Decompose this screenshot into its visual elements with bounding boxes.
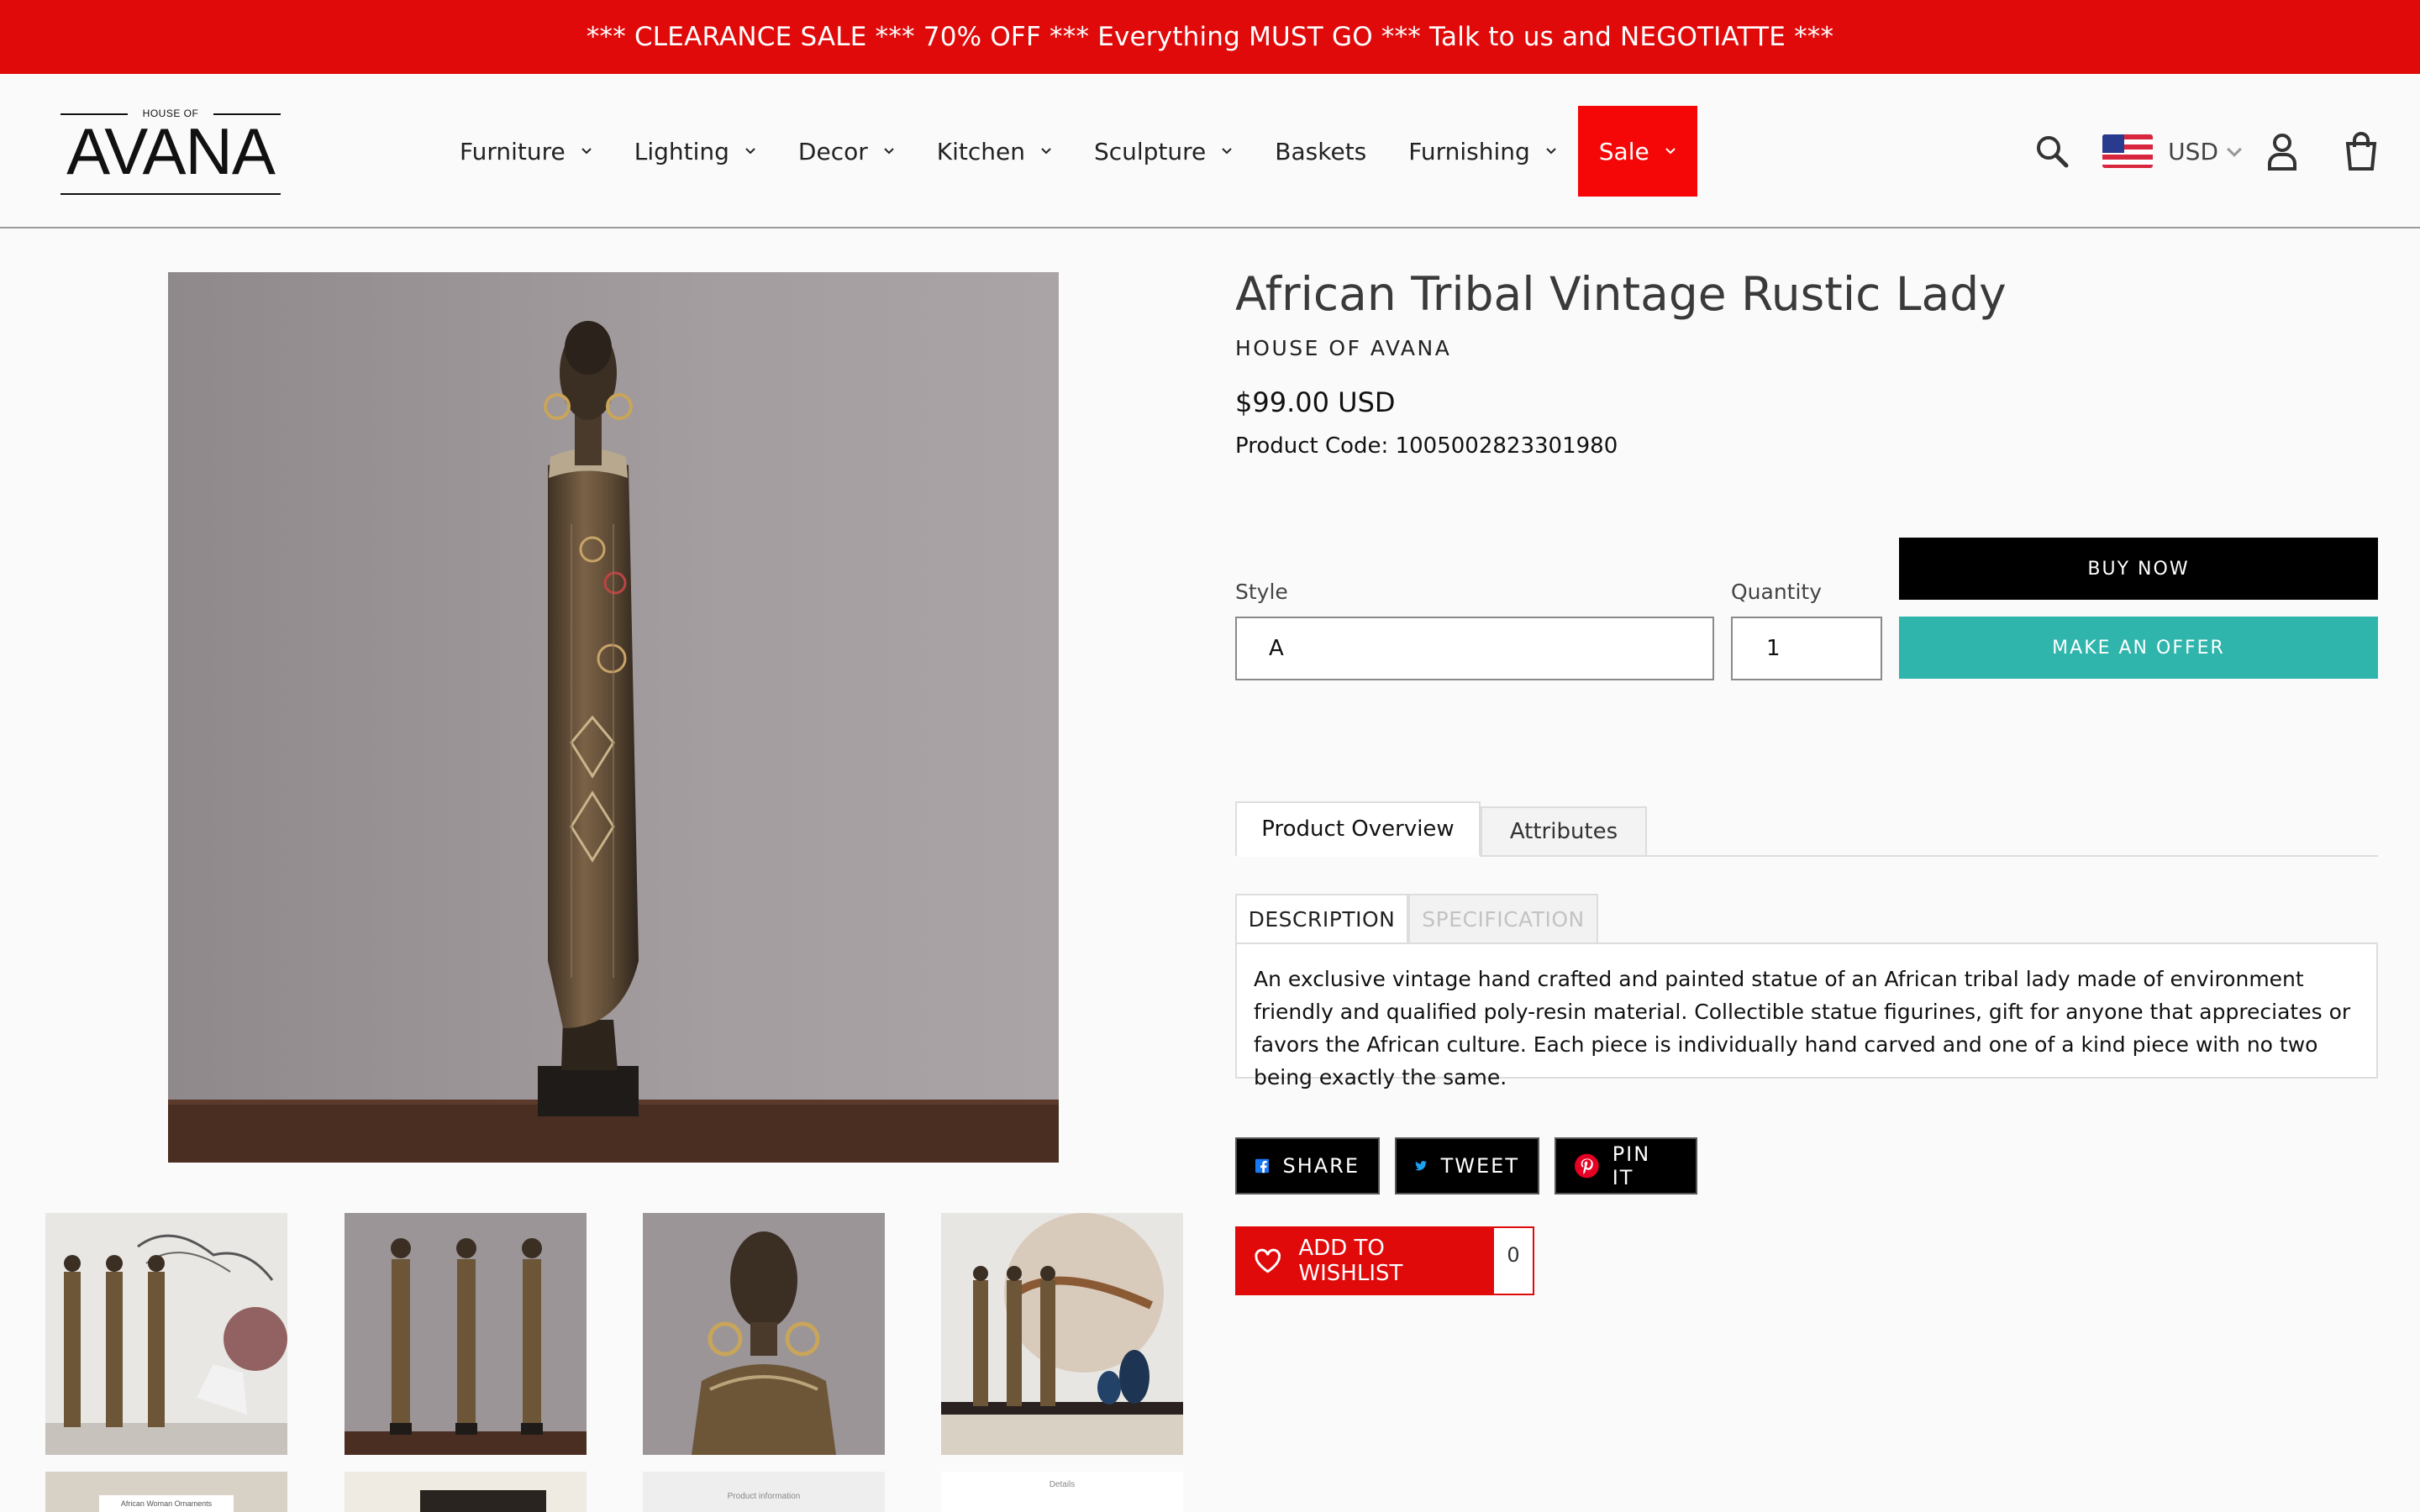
nav-label: Baskets: [1275, 137, 1367, 165]
cart-icon[interactable]: [2343, 132, 2380, 171]
product-description: An exclusive vintage hand crafted and pa…: [1235, 942, 2378, 1089]
chevron-down-icon: [1041, 148, 1051, 155]
nav-label: Lighting: [634, 137, 729, 165]
thumbnail-image: [345, 1213, 587, 1455]
chevron-down-icon: [745, 148, 755, 155]
share-facebook-button[interactable]: SHARE: [1235, 1137, 1380, 1194]
nav-item-furniture[interactable]: Furniture: [439, 106, 613, 197]
chevron-down-icon: [581, 148, 592, 155]
buy-now-button[interactable]: BUY NOW: [1899, 538, 2378, 600]
thumbnail-caption: Details: [1049, 1480, 1076, 1489]
site-header: HOUSE OF AVANA Furniture Lighting Decor …: [0, 74, 2420, 228]
thumbnail-image: [45, 1213, 287, 1455]
heart-icon: [1255, 1248, 1281, 1273]
quantity-input[interactable]: 1: [1731, 617, 1882, 680]
product-thumbnail-6[interactable]: [345, 1472, 587, 1512]
thumbnail-image: [643, 1213, 885, 1455]
nav-item-lighting[interactable]: Lighting: [613, 106, 777, 197]
quantity-value: 1: [1766, 636, 1781, 661]
nav-item-sale[interactable]: Sale: [1577, 106, 1697, 197]
facebook-icon: [1255, 1158, 1270, 1173]
logo-main-text: AVANA: [66, 114, 276, 188]
thumbnail-frame: [420, 1490, 546, 1512]
logo-rule-bottom: [60, 193, 281, 195]
nav-label: Furnishing: [1408, 137, 1530, 165]
description-text: An exclusive vintage hand crafted and pa…: [1254, 967, 2351, 1089]
search-icon[interactable]: [2033, 133, 2070, 170]
tab-attributes[interactable]: Attributes: [1481, 806, 1647, 857]
wishlist-count: 0: [1492, 1226, 1534, 1295]
pin-label: PIN IT: [1612, 1142, 1651, 1189]
share-label: SHARE: [1282, 1154, 1360, 1178]
style-value: A: [1269, 636, 1284, 661]
thumbnail-caption: African Woman Ornaments: [99, 1495, 234, 1512]
wishlist-label: ADD TO WISHLIST: [1298, 1236, 1403, 1286]
chevron-down-icon: [1546, 148, 1556, 155]
product-thumbnail-3[interactable]: [643, 1213, 885, 1455]
logo[interactable]: HOUSE OF AVANA: [60, 108, 281, 195]
nav-label: Kitchen: [936, 137, 1025, 165]
announcement-text: *** CLEARANCE SALE *** 70% OFF *** Every…: [586, 22, 1834, 52]
share-twitter-button[interactable]: TWEET: [1395, 1137, 1539, 1194]
statue-image: [168, 272, 1059, 1163]
wishlist-label-area: ADD TO WISHLIST: [1235, 1226, 1492, 1295]
tab-product-overview[interactable]: Product Overview: [1235, 801, 1481, 857]
currency-selector[interactable]: USD: [2102, 134, 2244, 168]
product-price: $99.00 USD: [1235, 386, 1396, 418]
chevron-down-icon: [1665, 148, 1676, 155]
nav-item-kitchen[interactable]: Kitchen: [916, 106, 1073, 197]
nav-label: Decor: [797, 137, 868, 165]
account-icon[interactable]: [2265, 132, 2299, 171]
product-main-image[interactable]: [168, 272, 1059, 1163]
make-offer-button[interactable]: MAKE AN OFFER: [1899, 617, 2378, 679]
chevron-down-icon: [884, 148, 894, 155]
nav-item-furnishing[interactable]: Furnishing: [1387, 106, 1578, 197]
main-nav: Furniture Lighting Decor Kitchen Sculptu…: [439, 106, 1697, 197]
style-label: Style: [1235, 580, 1288, 604]
quantity-label: Quantity: [1731, 580, 1823, 604]
announcement-bar: *** CLEARANCE SALE *** 70% OFF *** Every…: [0, 0, 2420, 74]
nav-label: Furniture: [460, 137, 566, 165]
currency-code: USD: [2168, 137, 2218, 165]
product-title: African Tribal Vintage Rustic Lady: [1235, 267, 2007, 321]
chevron-down-icon: [1222, 148, 1233, 155]
nav-label: Sale: [1598, 137, 1649, 165]
subtab-specification[interactable]: SPECIFICATION: [1408, 894, 1598, 944]
thumbnail-image: [941, 1213, 1183, 1455]
header-icons: USD: [2033, 126, 2380, 176]
product-thumbnail-1[interactable]: [45, 1213, 287, 1455]
product-thumbnail-5[interactable]: African Woman Ornaments: [45, 1472, 287, 1512]
nav-item-baskets[interactable]: Baskets: [1254, 106, 1387, 197]
subtab-description[interactable]: DESCRIPTION: [1235, 894, 1408, 944]
product-code: Product Code: 1005002823301980: [1235, 433, 1618, 459]
product-vendor[interactable]: HOUSE OF AVANA: [1235, 336, 1451, 360]
style-select[interactable]: A: [1235, 617, 1714, 680]
nav-item-sculpture[interactable]: Sculpture: [1073, 106, 1254, 197]
product-thumbnail-8[interactable]: Details: [941, 1472, 1183, 1512]
us-flag-icon: [2102, 134, 2154, 168]
nav-item-decor[interactable]: Decor: [777, 106, 916, 197]
pinterest-icon: [1575, 1153, 1599, 1179]
twitter-icon: [1415, 1161, 1428, 1171]
thumbnail-caption: Product information: [727, 1492, 801, 1501]
nav-label: Sculpture: [1093, 137, 1207, 165]
tweet-label: TWEET: [1440, 1154, 1519, 1178]
chevron-down-icon: [2227, 147, 2242, 157]
product-thumbnail-2[interactable]: [345, 1213, 587, 1455]
add-to-wishlist-button[interactable]: ADD TO WISHLIST 0: [1235, 1226, 1534, 1295]
product-thumbnail-7[interactable]: Product information: [643, 1472, 885, 1512]
product-thumbnail-4[interactable]: [941, 1213, 1183, 1455]
share-pinterest-button[interactable]: PIN IT: [1555, 1137, 1697, 1194]
